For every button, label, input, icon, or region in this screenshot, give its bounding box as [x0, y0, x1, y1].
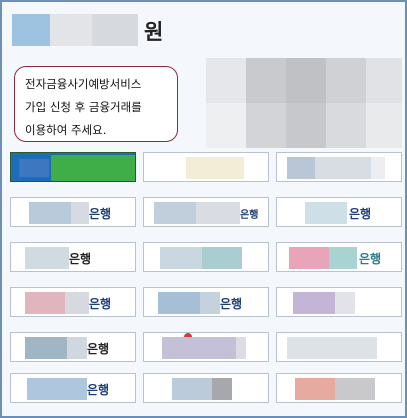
title-blurred-part: [50, 14, 92, 46]
bank-label: 은행: [89, 207, 112, 221]
bank-button[interactable]: [143, 332, 269, 362]
bank-button[interactable]: [276, 332, 402, 362]
bank-label: 은행: [87, 342, 110, 356]
bank-label: 은행: [87, 383, 110, 397]
bank-button[interactable]: [10, 152, 136, 182]
bank-button[interactable]: [276, 287, 402, 317]
title-text: 원: [144, 20, 164, 44]
bank-button[interactable]: 은행: [276, 197, 402, 227]
bank-button[interactable]: [276, 152, 402, 182]
bank-button[interactable]: 은행: [10, 242, 136, 272]
bank-button[interactable]: 은행: [10, 197, 136, 227]
service-window: 원 전자금융사기예방서비스 가입 신청 후 금융거래를 이용하여 주세요. 은행…: [0, 0, 407, 418]
title-blurred-part: [12, 14, 50, 46]
bank-button[interactable]: 은행: [10, 373, 136, 403]
notice-line: 전자금융사기예방서비스: [25, 77, 142, 91]
bank-label: 은행: [220, 297, 243, 311]
title-blurred-part: [92, 14, 138, 46]
bank-button[interactable]: 은행: [143, 197, 269, 227]
bank-button[interactable]: [143, 152, 269, 182]
bank-label: 은행: [240, 210, 259, 221]
bank-label: 은행: [359, 252, 382, 266]
notice-box: 전자금융사기예방서비스 가입 신청 후 금융거래를 이용하여 주세요.: [14, 66, 178, 142]
bank-button[interactable]: [143, 373, 269, 403]
notice-line: 가입 신청 후 금융거래를: [25, 100, 142, 114]
bank-label: 은행: [69, 252, 92, 266]
bank-button[interactable]: [143, 242, 269, 272]
bank-button[interactable]: 은행: [10, 332, 136, 362]
bank-button[interactable]: 은행: [10, 287, 136, 317]
bank-button[interactable]: 은행: [276, 242, 402, 272]
bank-button[interactable]: [276, 373, 402, 403]
notice-line: 이용하여 주세요.: [25, 123, 107, 137]
bank-button[interactable]: 은행: [143, 287, 269, 317]
bank-label: 은행: [89, 297, 112, 311]
bank-label: 은행: [349, 207, 372, 221]
blurred-banner-image: [206, 58, 402, 148]
